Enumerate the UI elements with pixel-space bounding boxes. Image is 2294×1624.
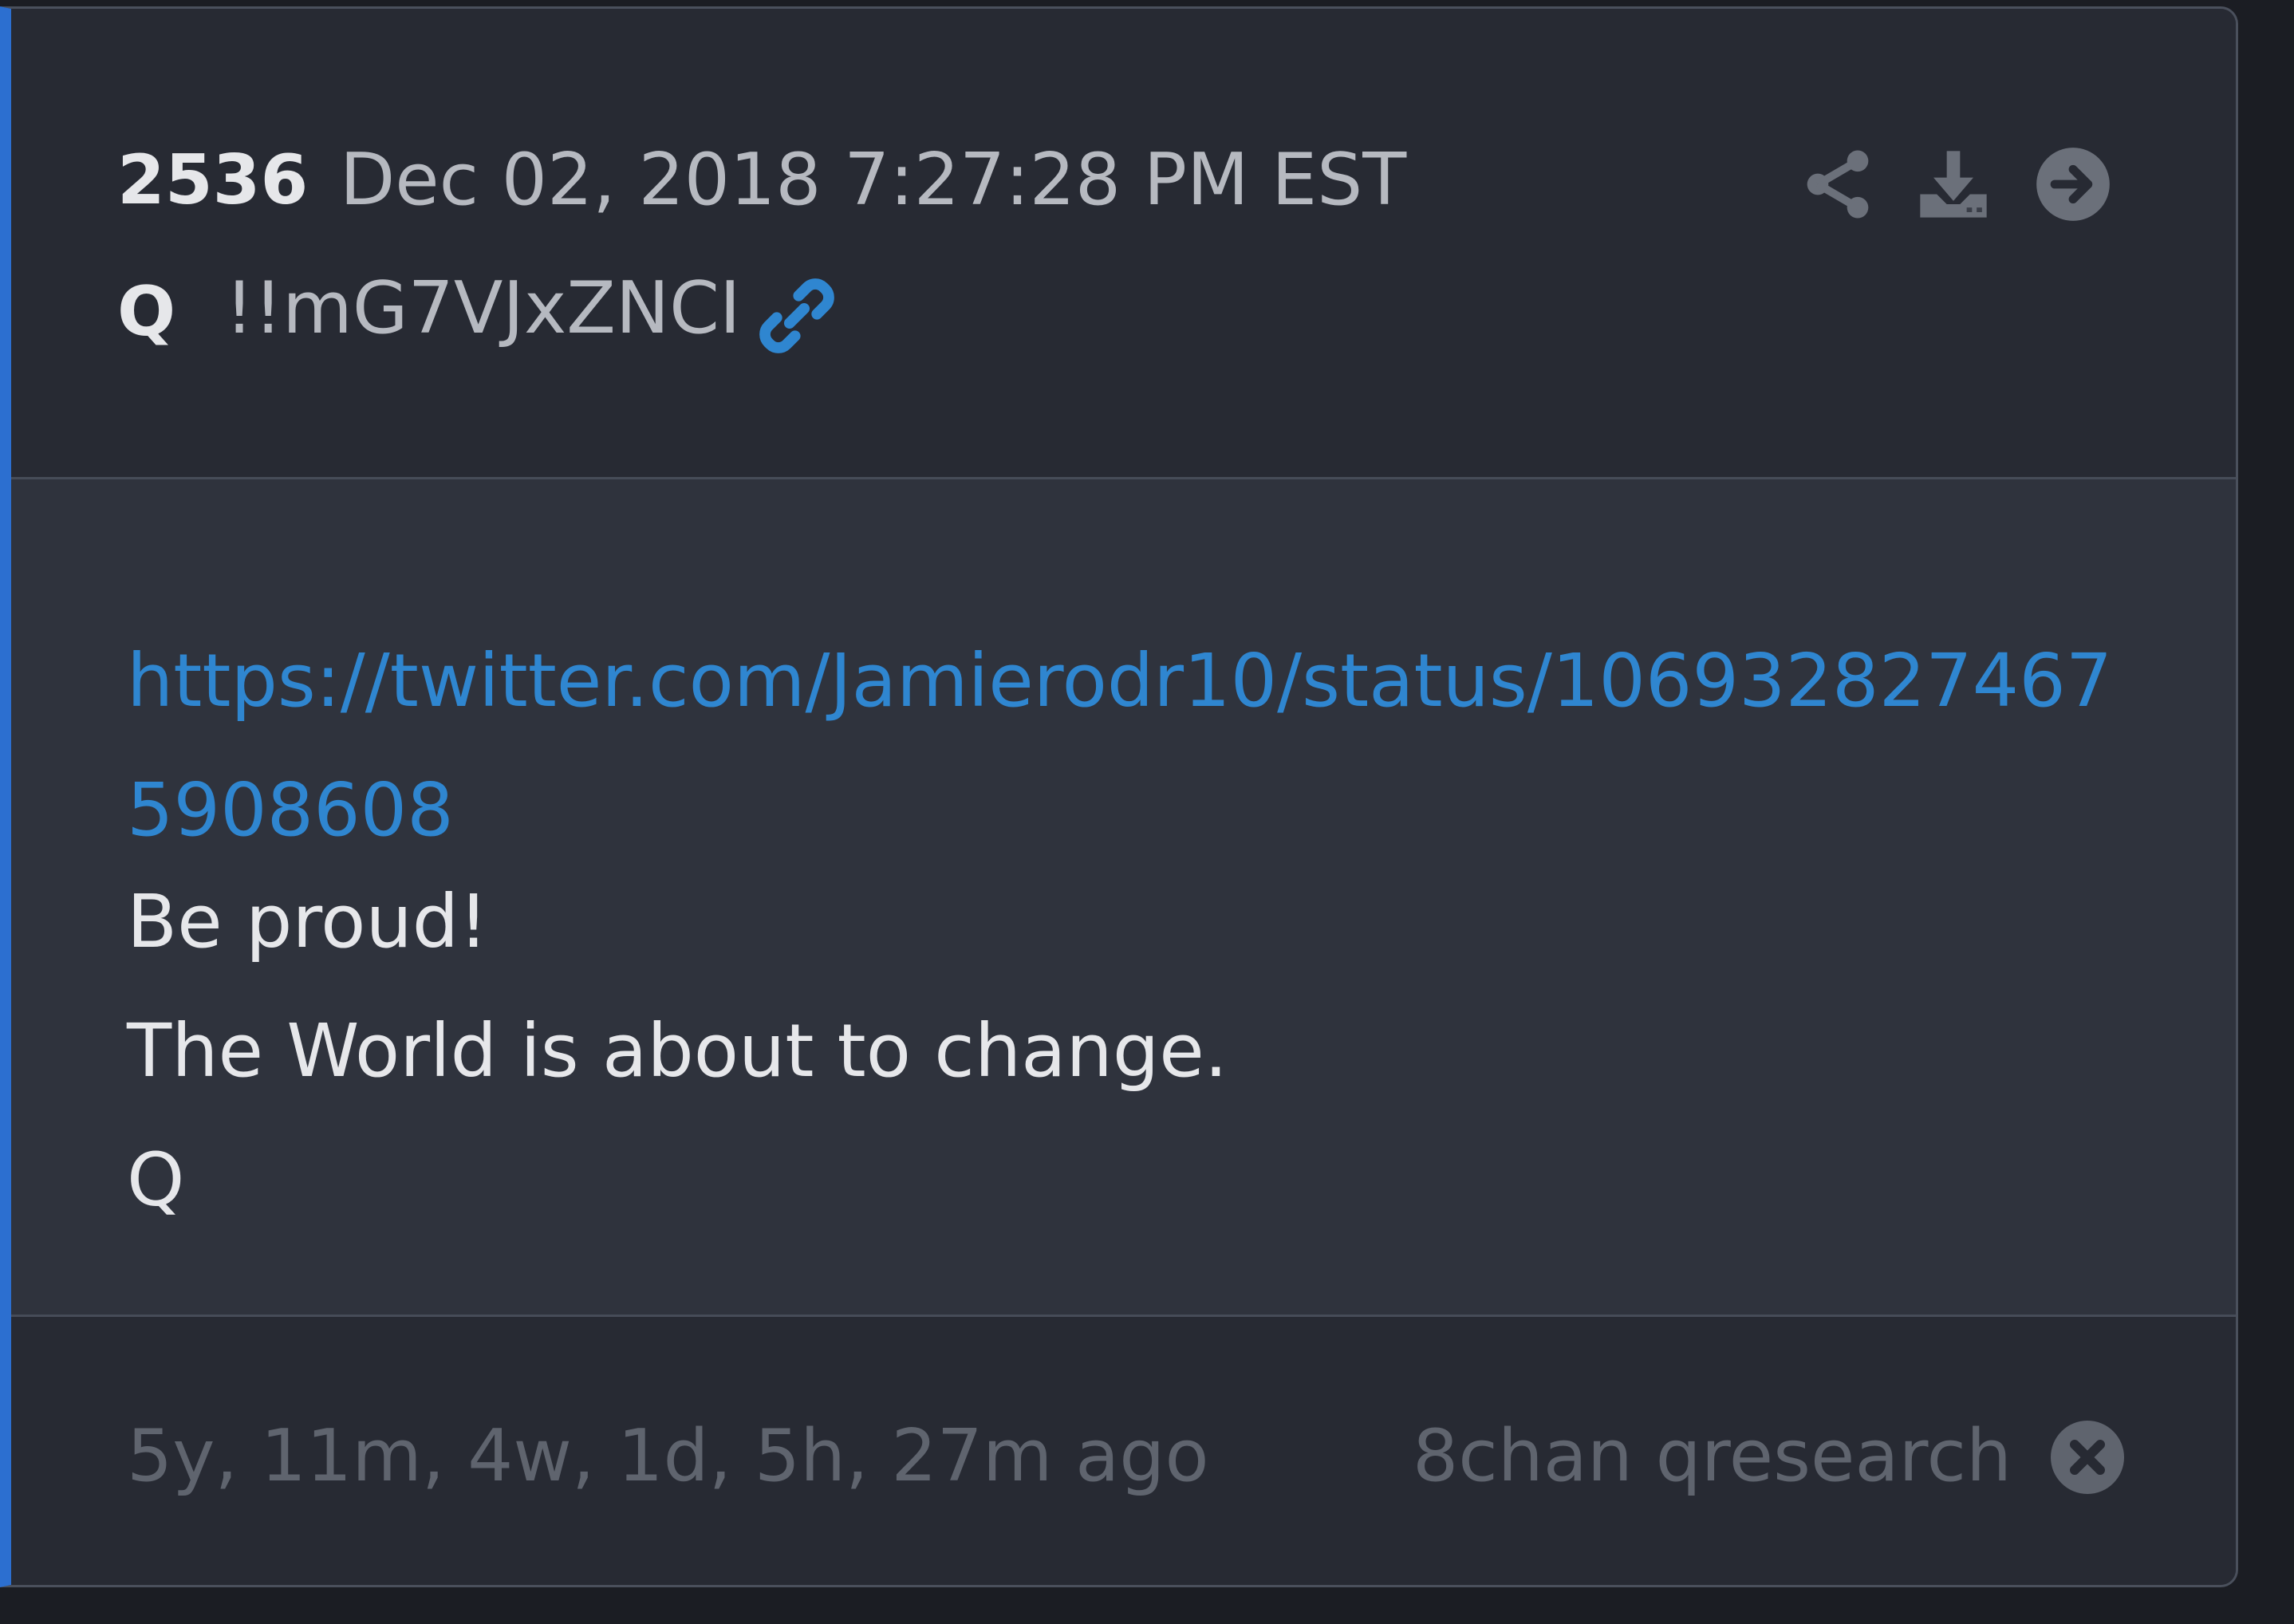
- post-signature: Q: [127, 1137, 185, 1223]
- post-text-line: The World is about to change.: [127, 1008, 1228, 1094]
- post-text-line: Be proud!: [127, 879, 489, 964]
- post-header: 2536 Dec 02, 2018 7:27:28 PM EST Q !!mG7…: [11, 9, 2236, 479]
- author-tripcode: !!mG7VJxZNCI: [225, 266, 741, 350]
- post-number: 2536: [117, 140, 309, 220]
- link-icon[interactable]: [753, 272, 841, 360]
- page: 2536 Dec 02, 2018 7:27:28 PM EST Q !!mG7…: [0, 0, 2294, 1624]
- arrow-circle-right-icon[interactable]: [2033, 144, 2113, 224]
- tweet-link[interactable]: https://twitter.com/Jamierodr10/status/1…: [127, 617, 2145, 875]
- post-footer: 5y, 11m, 4w, 1d, 5h, 27m ago 8chan qrese…: [11, 1317, 2236, 1585]
- source-label: 8chan qresearch: [1413, 1414, 2012, 1498]
- post-body: https://twitter.com/Jamierodr10/status/1…: [11, 479, 2236, 1317]
- post-card: 2536 Dec 02, 2018 7:27:28 PM EST Q !!mG7…: [0, 6, 2238, 1587]
- time-ago: 5y, 11m, 4w, 1d, 5h, 27m ago: [127, 1414, 1209, 1498]
- close-circle-icon[interactable]: [2049, 1419, 2126, 1496]
- share-icon[interactable]: [1798, 144, 1878, 224]
- post-date: Dec 02, 2018 7:27:28 PM EST: [340, 138, 1407, 222]
- author-name: Q: [117, 272, 176, 352]
- download-icon[interactable]: [1914, 144, 1993, 224]
